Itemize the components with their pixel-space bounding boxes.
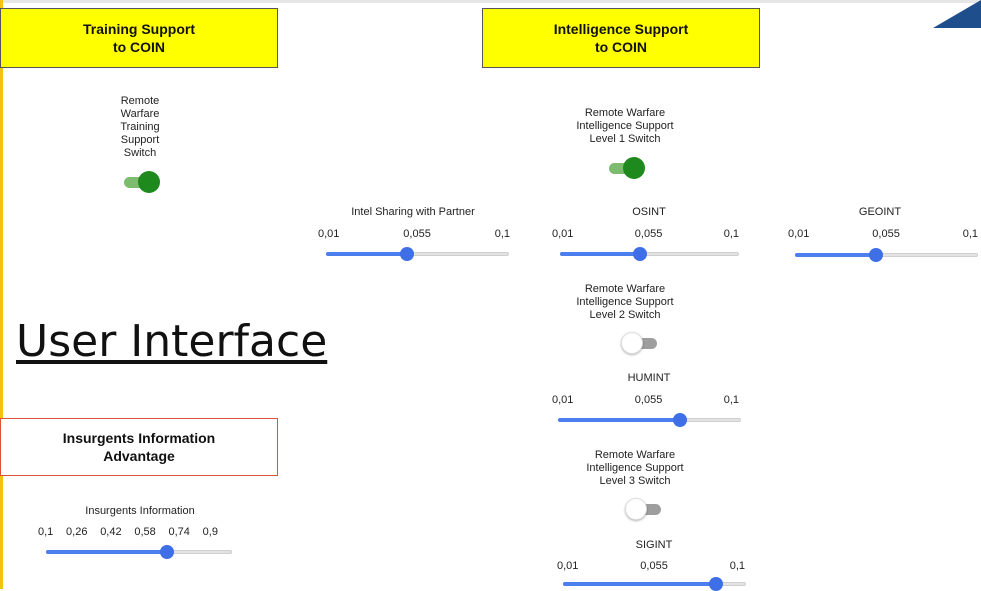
level2-switch[interactable] — [621, 331, 661, 355]
header-insurgents-label: Insurgents Information Advantage — [62, 430, 216, 464]
slider-fill — [795, 253, 877, 257]
header-training-support: Training Support to COIN — [0, 8, 278, 68]
corner-decoration — [933, 0, 981, 28]
slider-fill — [46, 550, 167, 554]
tick-label: 0,01 — [552, 228, 574, 240]
level3-switch-label: Remote Warfare Intelligence Support Leve… — [586, 449, 684, 487]
level3-switch[interactable] — [625, 497, 665, 521]
tick-label: 0,055 — [634, 394, 663, 406]
tick-label: 0,1 — [729, 560, 745, 572]
header-intelligence-label: Intelligence Support to COIN — [553, 21, 689, 55]
slider-fill — [563, 582, 716, 586]
tick-label: 0,01 — [557, 560, 579, 572]
page-title: User Interface — [16, 316, 328, 367]
tick-label: 0,01 — [318, 228, 340, 240]
tick-label: 0,1 — [723, 228, 739, 240]
level2-switch-label: Remote Warfare Intelligence Support Leve… — [576, 283, 674, 321]
slider-thumb[interactable] — [159, 545, 174, 559]
insurgents-info-slider[interactable] — [46, 545, 232, 559]
header-training-label: Training Support to COIN — [83, 21, 195, 55]
slider-thumb[interactable] — [400, 247, 415, 261]
tick-label: 0,055 — [403, 228, 431, 240]
intel-sharing-slider[interactable] — [326, 247, 509, 261]
humint-ticks: 0,01 0,055 0,1 — [552, 394, 739, 406]
tick-label: 0,26 — [66, 526, 88, 538]
slider-fill — [326, 252, 408, 256]
sigint-label: SIGINT — [635, 539, 673, 551]
header-intelligence-support: Intelligence Support to COIN — [482, 8, 760, 68]
tick-label: 0,055 — [872, 228, 900, 240]
left-accent-bar — [0, 0, 3, 589]
tick-label: 0,1 — [723, 394, 739, 406]
tick-label: 0,42 — [100, 526, 122, 538]
insurgents-info-label: Insurgents Information — [85, 505, 195, 517]
header-insurgents-advantage: Insurgents Information Advantage — [0, 418, 278, 476]
osint-slider[interactable] — [560, 247, 739, 261]
geoint-label: GEOINT — [858, 206, 902, 218]
tick-label: 0,1 — [494, 228, 510, 240]
osint-ticks: 0,01 0,055 0,1 — [552, 228, 739, 240]
tick-label: 0,01 — [552, 394, 574, 406]
tick-label: 0,74 — [168, 526, 190, 538]
tick-label: 0,01 — [788, 228, 810, 240]
level1-switch-label: Remote Warfare Intelligence Support Leve… — [576, 107, 674, 145]
training-switch-label: Remote Warfare Training Support Switch — [120, 95, 160, 159]
top-divider — [0, 0, 981, 3]
training-support-switch[interactable] — [120, 170, 160, 194]
level1-switch[interactable] — [605, 156, 645, 180]
switch-knob — [623, 157, 645, 179]
slider-fill — [560, 252, 640, 256]
intel-sharing-label: Intel Sharing with Partner — [351, 206, 475, 218]
switch-knob — [138, 171, 160, 193]
sigint-ticks: 0,01 0,055 0,1 — [557, 560, 745, 572]
tick-label: 0,1 — [38, 526, 54, 538]
slider-thumb[interactable] — [869, 248, 884, 262]
switch-knob — [625, 498, 647, 520]
humint-slider[interactable] — [558, 413, 741, 427]
geoint-ticks: 0,01 0,055 0,1 — [788, 228, 978, 240]
tick-label: 0,58 — [134, 526, 156, 538]
tick-label: 0,055 — [634, 228, 663, 240]
osint-label: OSINT — [632, 206, 666, 218]
slider-thumb[interactable] — [632, 247, 647, 261]
humint-label: HUMINT — [627, 372, 671, 384]
geoint-slider[interactable] — [795, 248, 978, 262]
insurgents-info-ticks: 0,1 0,26 0,42 0,58 0,74 0,9 — [38, 526, 218, 538]
slider-thumb[interactable] — [673, 413, 687, 427]
tick-label: 0,055 — [640, 560, 668, 572]
tick-label: 0,1 — [962, 228, 978, 240]
intel-sharing-ticks: 0,01 0,055 0,1 — [318, 228, 510, 240]
switch-knob — [621, 332, 643, 354]
tick-label: 0,9 — [202, 526, 218, 538]
slider-fill — [558, 418, 680, 422]
